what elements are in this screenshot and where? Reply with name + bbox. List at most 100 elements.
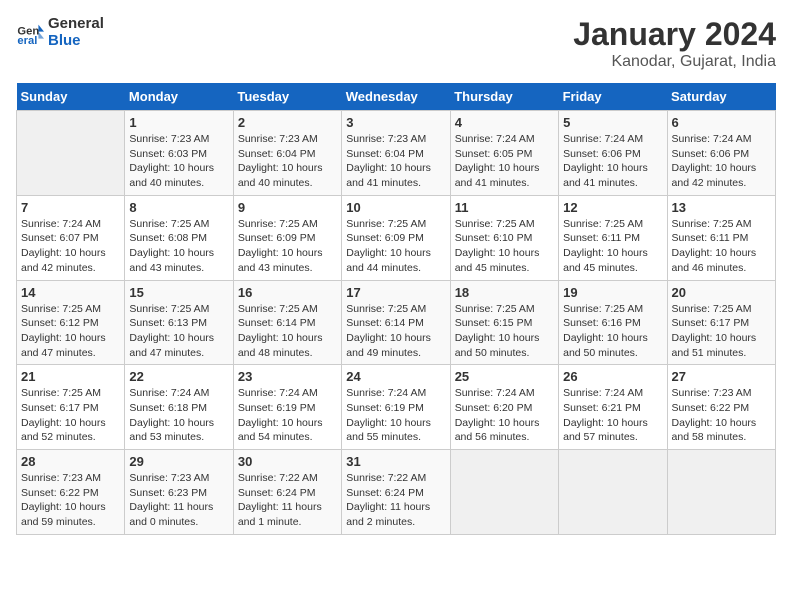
calendar-cell: 21Sunrise: 7:25 AM Sunset: 6:17 PM Dayli… [17,365,125,450]
header-day-friday: Friday [559,83,667,111]
day-number: 24 [346,369,445,384]
day-info: Sunrise: 7:23 AM Sunset: 6:22 PM Dayligh… [672,386,771,445]
calendar-cell: 20 Sunrise: 7:25 AM Sunset: 6:17 PM Dayli… [667,280,775,365]
day-number: 3 [346,115,445,130]
day-info: Sunrise: 7:25 AM Sunset: 6:11 PM Dayligh… [672,217,771,276]
day-info: Sunrise: 7:24 AM Sunset: 6:18 PM Dayligh… [129,386,228,445]
header-row: SundayMondayTuesdayWednesdayThursdayFrid… [17,83,776,111]
day-number: 26 [563,369,662,384]
day-number: 20 [672,285,771,300]
calendar-cell: 16Sunrise: 7:25 AM Sunset: 6:14 PM Dayli… [233,280,341,365]
day-info: Sunrise: 7:25 AM Sunset: 6:12 PM Dayligh… [21,302,120,361]
day-number: 15 [129,285,228,300]
calendar-cell: 13Sunrise: 7:25 AM Sunset: 6:11 PM Dayli… [667,195,775,280]
calendar-cell: 30 Sunrise: 7:22 AM Sunset: 6:24 PM Dayli… [233,450,341,535]
calendar-cell [450,450,558,535]
calendar-cell: 7 Sunrise: 7:24 AM Sunset: 6:07 PM Daylig… [17,195,125,280]
calendar-cell: 17Sunrise: 7:25 AM Sunset: 6:14 PM Dayli… [342,280,450,365]
calendar-cell: 27 Sunrise: 7:23 AM Sunset: 6:22 PM Dayli… [667,365,775,450]
day-number: 2 [238,115,337,130]
calendar-cell: 29 Sunrise: 7:23 AM Sunset: 6:23 PM Dayli… [125,450,233,535]
day-info: Sunrise: 7:22 AM Sunset: 6:24 PM Dayligh… [238,471,337,530]
day-info: Sunrise: 7:25 AM Sunset: 6:13 PM Dayligh… [129,302,228,361]
day-info: Sunrise: 7:24 AM Sunset: 6:06 PM Dayligh… [563,132,662,191]
calendar-week-2: 7 Sunrise: 7:24 AM Sunset: 6:07 PM Daylig… [17,195,776,280]
day-number: 16 [238,285,337,300]
calendar-cell: 6 Sunrise: 7:24 AM Sunset: 6:06 PM Daylig… [667,111,775,196]
calendar-week-5: 28 Sunrise: 7:23 AM Sunset: 6:22 PM Dayli… [17,450,776,535]
page-subtitle: Kanodar, Gujarat, India [573,53,776,71]
day-info: Sunrise: 7:23 AM Sunset: 6:03 PM Dayligh… [129,132,228,191]
day-info: Sunrise: 7:24 AM Sunset: 6:06 PM Dayligh… [672,132,771,191]
logo-general: General [48,15,104,32]
day-number: 4 [455,115,554,130]
calendar-cell: 5 Sunrise: 7:24 AM Sunset: 6:06 PM Daylig… [559,111,667,196]
day-number: 31 [346,454,445,469]
calendar-cell: 24 Sunrise: 7:24 AM Sunset: 6:19 PM Dayli… [342,365,450,450]
day-number: 27 [672,369,771,384]
calendar-cell: 26Sunrise: 7:24 AM Sunset: 6:21 PM Dayli… [559,365,667,450]
day-info: Sunrise: 7:25 AM Sunset: 6:09 PM Dayligh… [346,217,445,276]
day-number: 19 [563,285,662,300]
calendar-cell: 8 Sunrise: 7:25 AM Sunset: 6:08 PM Daylig… [125,195,233,280]
day-number: 23 [238,369,337,384]
calendar-cell: 18 Sunrise: 7:25 AM Sunset: 6:15 PM Dayli… [450,280,558,365]
day-number: 11 [455,200,554,215]
day-number: 8 [129,200,228,215]
calendar-cell: 9Sunrise: 7:25 AM Sunset: 6:09 PM Daylig… [233,195,341,280]
day-info: Sunrise: 7:25 AM Sunset: 6:15 PM Dayligh… [455,302,554,361]
calendar-cell: 4Sunrise: 7:24 AM Sunset: 6:05 PM Daylig… [450,111,558,196]
day-info: Sunrise: 7:25 AM Sunset: 6:11 PM Dayligh… [563,217,662,276]
calendar-cell: 23 Sunrise: 7:24 AM Sunset: 6:19 PM Dayli… [233,365,341,450]
calendar-week-1: 1Sunrise: 7:23 AM Sunset: 6:03 PM Daylig… [17,111,776,196]
day-number: 10 [346,200,445,215]
svg-text:eral: eral [17,35,37,47]
day-info: Sunrise: 7:25 AM Sunset: 6:17 PM Dayligh… [672,302,771,361]
day-number: 30 [238,454,337,469]
calendar-cell: 10 Sunrise: 7:25 AM Sunset: 6:09 PM Dayli… [342,195,450,280]
calendar-header: SundayMondayTuesdayWednesdayThursdayFrid… [17,83,776,111]
calendar-cell: 25 Sunrise: 7:24 AM Sunset: 6:20 PM Dayli… [450,365,558,450]
day-number: 7 [21,200,120,215]
day-number: 6 [672,115,771,130]
day-number: 22 [129,369,228,384]
day-info: Sunrise: 7:23 AM Sunset: 6:22 PM Dayligh… [21,471,120,530]
day-number: 18 [455,285,554,300]
header-day-monday: Monday [125,83,233,111]
day-info: Sunrise: 7:24 AM Sunset: 6:19 PM Dayligh… [346,386,445,445]
day-number: 28 [21,454,120,469]
calendar-cell: 2 Sunrise: 7:23 AM Sunset: 6:04 PM Daylig… [233,111,341,196]
calendar-week-4: 21Sunrise: 7:25 AM Sunset: 6:17 PM Dayli… [17,365,776,450]
calendar-cell: 31Sunrise: 7:22 AM Sunset: 6:24 PM Dayli… [342,450,450,535]
day-info: Sunrise: 7:24 AM Sunset: 6:19 PM Dayligh… [238,386,337,445]
header-day-saturday: Saturday [667,83,775,111]
header-day-tuesday: Tuesday [233,83,341,111]
day-info: Sunrise: 7:25 AM Sunset: 6:16 PM Dayligh… [563,302,662,361]
calendar-cell: 19 Sunrise: 7:25 AM Sunset: 6:16 PM Dayli… [559,280,667,365]
calendar-cell: 12Sunrise: 7:25 AM Sunset: 6:11 PM Dayli… [559,195,667,280]
header-day-thursday: Thursday [450,83,558,111]
day-number: 25 [455,369,554,384]
title-block: January 2024 Kanodar, Gujarat, India [573,16,776,71]
calendar-cell: 1Sunrise: 7:23 AM Sunset: 6:03 PM Daylig… [125,111,233,196]
day-info: Sunrise: 7:25 AM Sunset: 6:08 PM Dayligh… [129,217,228,276]
day-number: 5 [563,115,662,130]
calendar-cell [667,450,775,535]
day-info: Sunrise: 7:23 AM Sunset: 6:23 PM Dayligh… [129,471,228,530]
calendar-cell: 3 Sunrise: 7:23 AM Sunset: 6:04 PM Daylig… [342,111,450,196]
calendar-cell [559,450,667,535]
calendar-body: 1Sunrise: 7:23 AM Sunset: 6:03 PM Daylig… [17,111,776,535]
day-info: Sunrise: 7:23 AM Sunset: 6:04 PM Dayligh… [346,132,445,191]
calendar-table: SundayMondayTuesdayWednesdayThursdayFrid… [16,83,776,535]
calendar-cell [17,111,125,196]
calendar-cell: 15 Sunrise: 7:25 AM Sunset: 6:13 PM Dayli… [125,280,233,365]
day-info: Sunrise: 7:25 AM Sunset: 6:10 PM Dayligh… [455,217,554,276]
day-info: Sunrise: 7:24 AM Sunset: 6:20 PM Dayligh… [455,386,554,445]
calendar-cell: 22 Sunrise: 7:24 AM Sunset: 6:18 PM Dayli… [125,365,233,450]
calendar-cell: 11 Sunrise: 7:25 AM Sunset: 6:10 PM Dayli… [450,195,558,280]
logo-icon: Gen eral [16,19,44,47]
day-info: Sunrise: 7:23 AM Sunset: 6:04 PM Dayligh… [238,132,337,191]
day-info: Sunrise: 7:24 AM Sunset: 6:07 PM Dayligh… [21,217,120,276]
calendar-cell: 28 Sunrise: 7:23 AM Sunset: 6:22 PM Dayli… [17,450,125,535]
day-number: 29 [129,454,228,469]
